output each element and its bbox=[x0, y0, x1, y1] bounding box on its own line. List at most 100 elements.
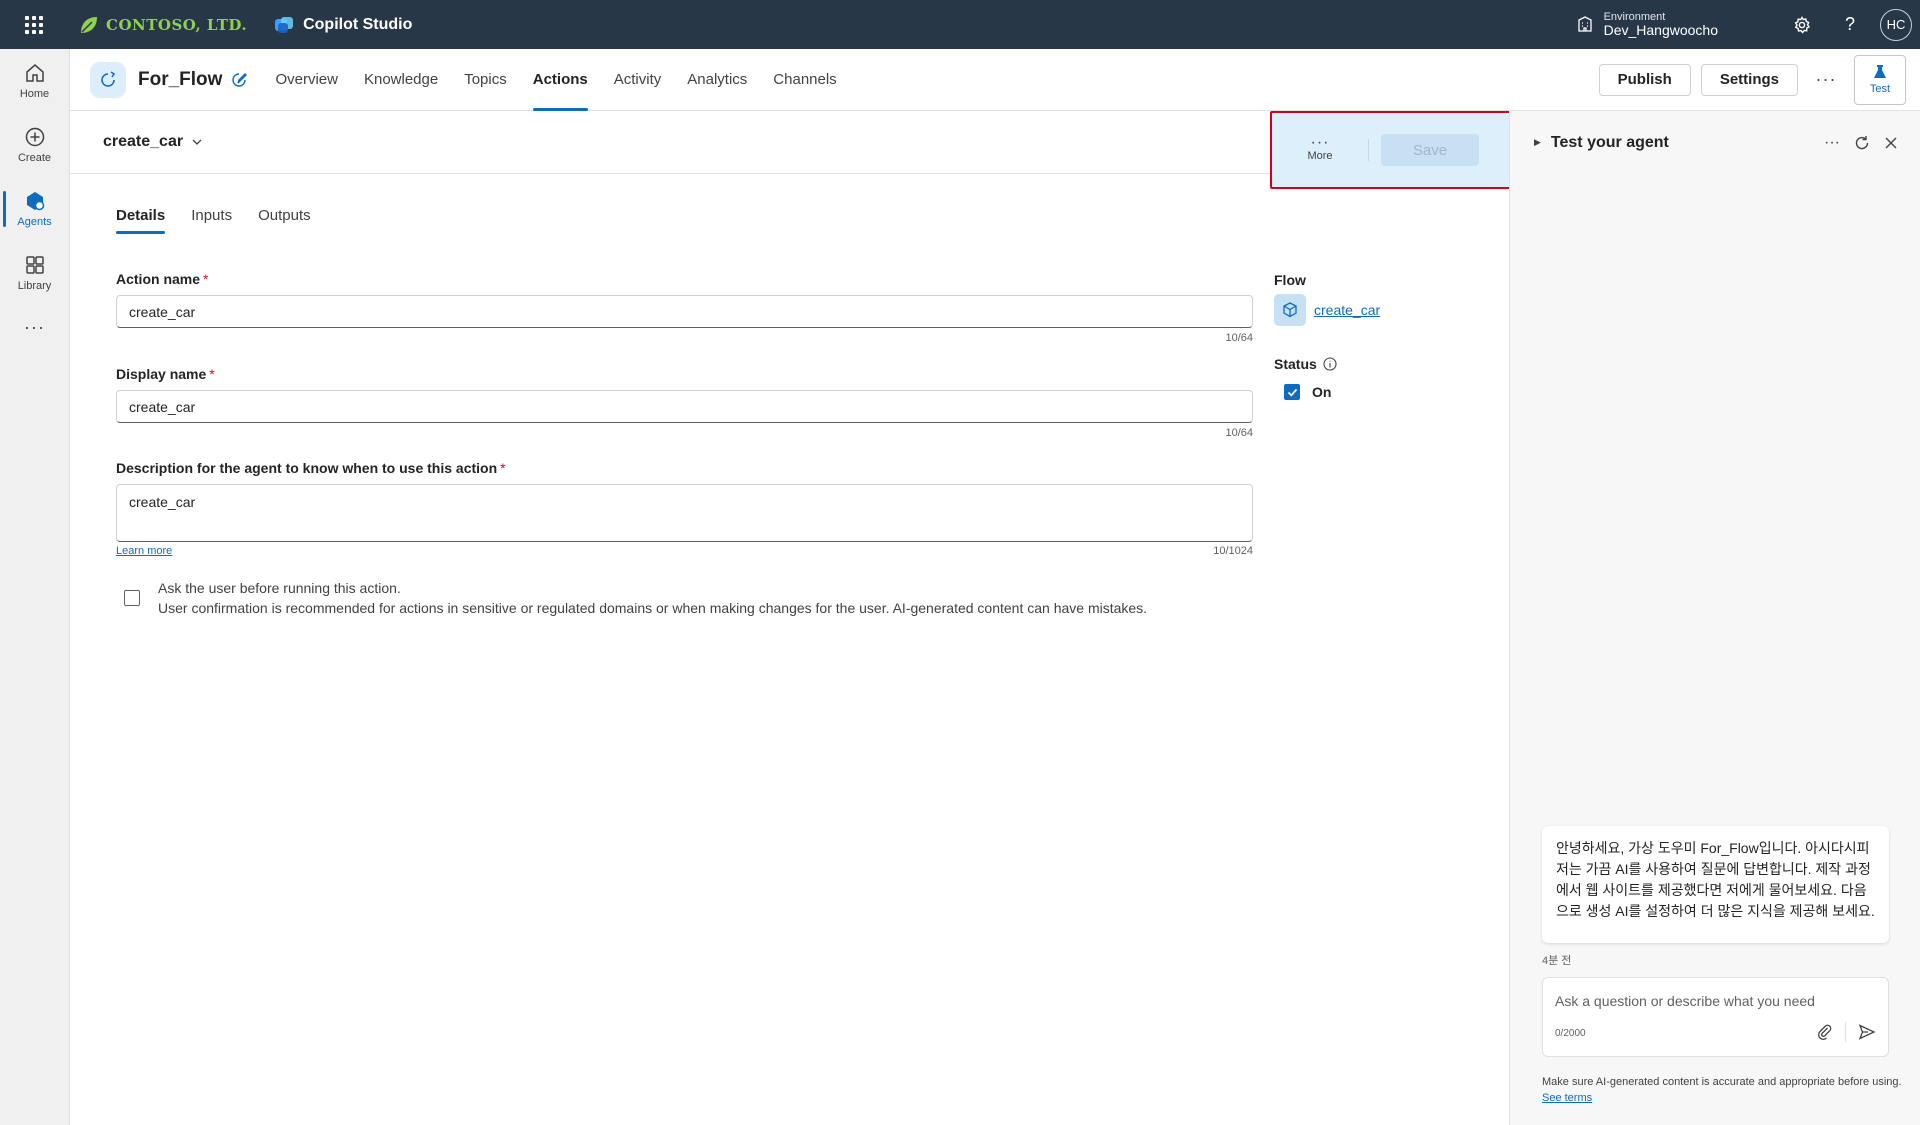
test-panel-header: ▶ Test your agent ··· bbox=[1510, 111, 1920, 174]
app-launcher-button[interactable] bbox=[0, 0, 68, 49]
more-button-label: More bbox=[1307, 150, 1333, 162]
editor-toolbar: create_car ··· More Save bbox=[70, 111, 1520, 189]
description-counter: 10/1024 bbox=[1213, 545, 1253, 557]
rail-more-button[interactable]: ··· bbox=[0, 305, 69, 349]
status-checkbox[interactable] bbox=[1284, 384, 1300, 400]
subtab-outputs[interactable]: Outputs bbox=[245, 207, 324, 234]
publish-button[interactable]: Publish bbox=[1598, 63, 1691, 96]
agent-edit-button[interactable] bbox=[230, 71, 248, 89]
agent-avatar-icon bbox=[90, 61, 126, 98]
more-button[interactable]: ··· More bbox=[1272, 134, 1368, 163]
close-icon[interactable] bbox=[1884, 136, 1898, 150]
rail-label-create: Create bbox=[17, 152, 52, 164]
tab-analytics[interactable]: Analytics bbox=[674, 49, 760, 111]
rail-item-create[interactable]: Create bbox=[0, 113, 69, 177]
edit-icon bbox=[232, 72, 248, 87]
flow-label: Flow bbox=[1274, 272, 1306, 288]
flow-section: Flow create_car bbox=[1274, 272, 1380, 326]
test-panel-title: Test your agent bbox=[1550, 133, 1669, 151]
question-mark-icon: ? bbox=[1844, 14, 1855, 34]
test-button-label: Test bbox=[1869, 83, 1891, 95]
learn-more-link[interactable]: Learn more bbox=[116, 545, 172, 557]
header-more-button[interactable]: ··· bbox=[1808, 69, 1844, 90]
test-button[interactable]: Test bbox=[1854, 54, 1906, 105]
description-textarea[interactable]: create_car bbox=[116, 484, 1253, 542]
chat-composer: 0/2000 bbox=[1542, 977, 1889, 1057]
subtab-details[interactable]: Details bbox=[108, 207, 178, 234]
action-title-dropdown[interactable]: create_car bbox=[103, 133, 203, 151]
see-terms-link[interactable]: See terms bbox=[1542, 1092, 1592, 1104]
waffle-icon bbox=[25, 15, 43, 34]
org-logo[interactable]: CONTOSO, LTD. bbox=[78, 14, 247, 36]
settings-button-header[interactable]: Settings bbox=[1700, 63, 1798, 96]
flask-icon bbox=[1874, 65, 1886, 78]
rail-label-agents: Agents bbox=[17, 216, 52, 228]
leaf-icon bbox=[81, 16, 97, 33]
action-editor: create_car ··· More Save Details Inputs … bbox=[70, 111, 1520, 1125]
rail-item-home[interactable]: Home bbox=[0, 49, 69, 113]
rail-item-agents[interactable]: Agents bbox=[0, 177, 69, 241]
status-label: Status bbox=[1274, 356, 1317, 372]
save-button[interactable]: Save bbox=[1381, 134, 1479, 166]
action-name-counter: 10/64 bbox=[1225, 332, 1253, 344]
subtab-inputs[interactable]: Inputs bbox=[178, 207, 245, 234]
description-label: Description for the agent to know when t… bbox=[116, 460, 506, 476]
tab-actions[interactable]: Actions bbox=[520, 49, 601, 111]
display-name-input[interactable] bbox=[116, 390, 1253, 423]
info-icon[interactable] bbox=[1323, 357, 1337, 371]
ask-user-checkbox[interactable] bbox=[124, 590, 140, 606]
agent-nav-tabs: Overview Knowledge Topics Actions Activi… bbox=[262, 49, 849, 111]
ai-disclaimer: Make sure AI-generated content is accura… bbox=[1542, 1076, 1902, 1104]
copilot-studio-logo-icon bbox=[275, 16, 294, 33]
user-avatar[interactable]: HC bbox=[1880, 8, 1912, 41]
ask-user-description: User confirmation is recommended for act… bbox=[158, 600, 1148, 616]
action-name-input[interactable] bbox=[116, 295, 1253, 328]
ellipsis-icon: ··· bbox=[1310, 134, 1330, 151]
home-icon bbox=[25, 64, 44, 82]
agent-header: For_Flow Overview Knowledge Topics Actio… bbox=[70, 49, 1920, 111]
help-button[interactable]: ? bbox=[1826, 0, 1874, 49]
test-panel-more-button[interactable]: ··· bbox=[1824, 134, 1840, 152]
agent-message-bubble: 안녕하세요, 가상 도우미 For_Flow입니다. 아시다시피 저는 가끔 A… bbox=[1542, 826, 1889, 943]
library-icon bbox=[25, 256, 44, 274]
display-name-counter: 10/64 bbox=[1225, 427, 1253, 439]
action-name-label: Action name * bbox=[116, 271, 209, 287]
chat-input[interactable] bbox=[1555, 990, 1875, 1012]
action-title: create_car bbox=[103, 133, 184, 150]
environment-value: Dev_Hangwoocho bbox=[1603, 21, 1718, 38]
left-rail: Home Create Agents Library ··· bbox=[0, 49, 70, 1125]
tab-channels[interactable]: Channels bbox=[760, 49, 849, 111]
environment-picker[interactable]: Environment Dev_Hangwoocho bbox=[1576, 11, 1718, 38]
top-bar: CONTOSO, LTD. Copilot Studio Environment… bbox=[0, 0, 1920, 49]
agent-name: For_Flow bbox=[138, 68, 223, 90]
checkmark-icon bbox=[1287, 388, 1297, 397]
chat-input-counter: 0/2000 bbox=[1555, 1028, 1586, 1039]
test-agent-panel: ▶ Test your agent ··· 안녕하세요, 가상 도우미 For_… bbox=[1509, 111, 1920, 1125]
tab-knowledge[interactable]: Knowledge bbox=[351, 49, 451, 111]
chevron-down-icon bbox=[192, 139, 202, 145]
plus-circle-icon bbox=[25, 127, 44, 147]
status-section: Status On bbox=[1274, 356, 1337, 400]
product-name: Copilot Studio bbox=[303, 15, 413, 33]
caret-right-icon[interactable]: ▶ bbox=[1534, 137, 1541, 148]
settings-button[interactable] bbox=[1778, 0, 1826, 49]
toolbar-divider bbox=[1368, 139, 1369, 161]
highlighted-toolbar-actions: ··· More Save bbox=[1270, 111, 1520, 189]
product-title[interactable]: Copilot Studio bbox=[273, 14, 412, 36]
tab-overview[interactable]: Overview bbox=[262, 49, 351, 111]
agents-icon bbox=[26, 192, 44, 211]
status-value: On bbox=[1312, 384, 1332, 400]
message-timestamp: 4분 전 bbox=[1542, 955, 1572, 967]
detail-subtabs: Details Inputs Outputs bbox=[108, 207, 324, 234]
paperclip-icon[interactable] bbox=[1817, 1024, 1833, 1040]
gear-icon bbox=[1794, 15, 1811, 34]
ask-user-label: Ask the user before running this action. bbox=[158, 580, 401, 596]
tab-activity[interactable]: Activity bbox=[601, 49, 675, 111]
rail-label-home: Home bbox=[19, 88, 50, 100]
rail-item-library[interactable]: Library bbox=[0, 241, 69, 305]
flow-link[interactable]: create_car bbox=[1314, 302, 1380, 318]
send-icon[interactable] bbox=[1858, 1023, 1876, 1041]
org-name: CONTOSO, LTD. bbox=[106, 15, 248, 34]
refresh-icon[interactable] bbox=[1854, 135, 1870, 151]
tab-topics[interactable]: Topics bbox=[451, 49, 520, 111]
